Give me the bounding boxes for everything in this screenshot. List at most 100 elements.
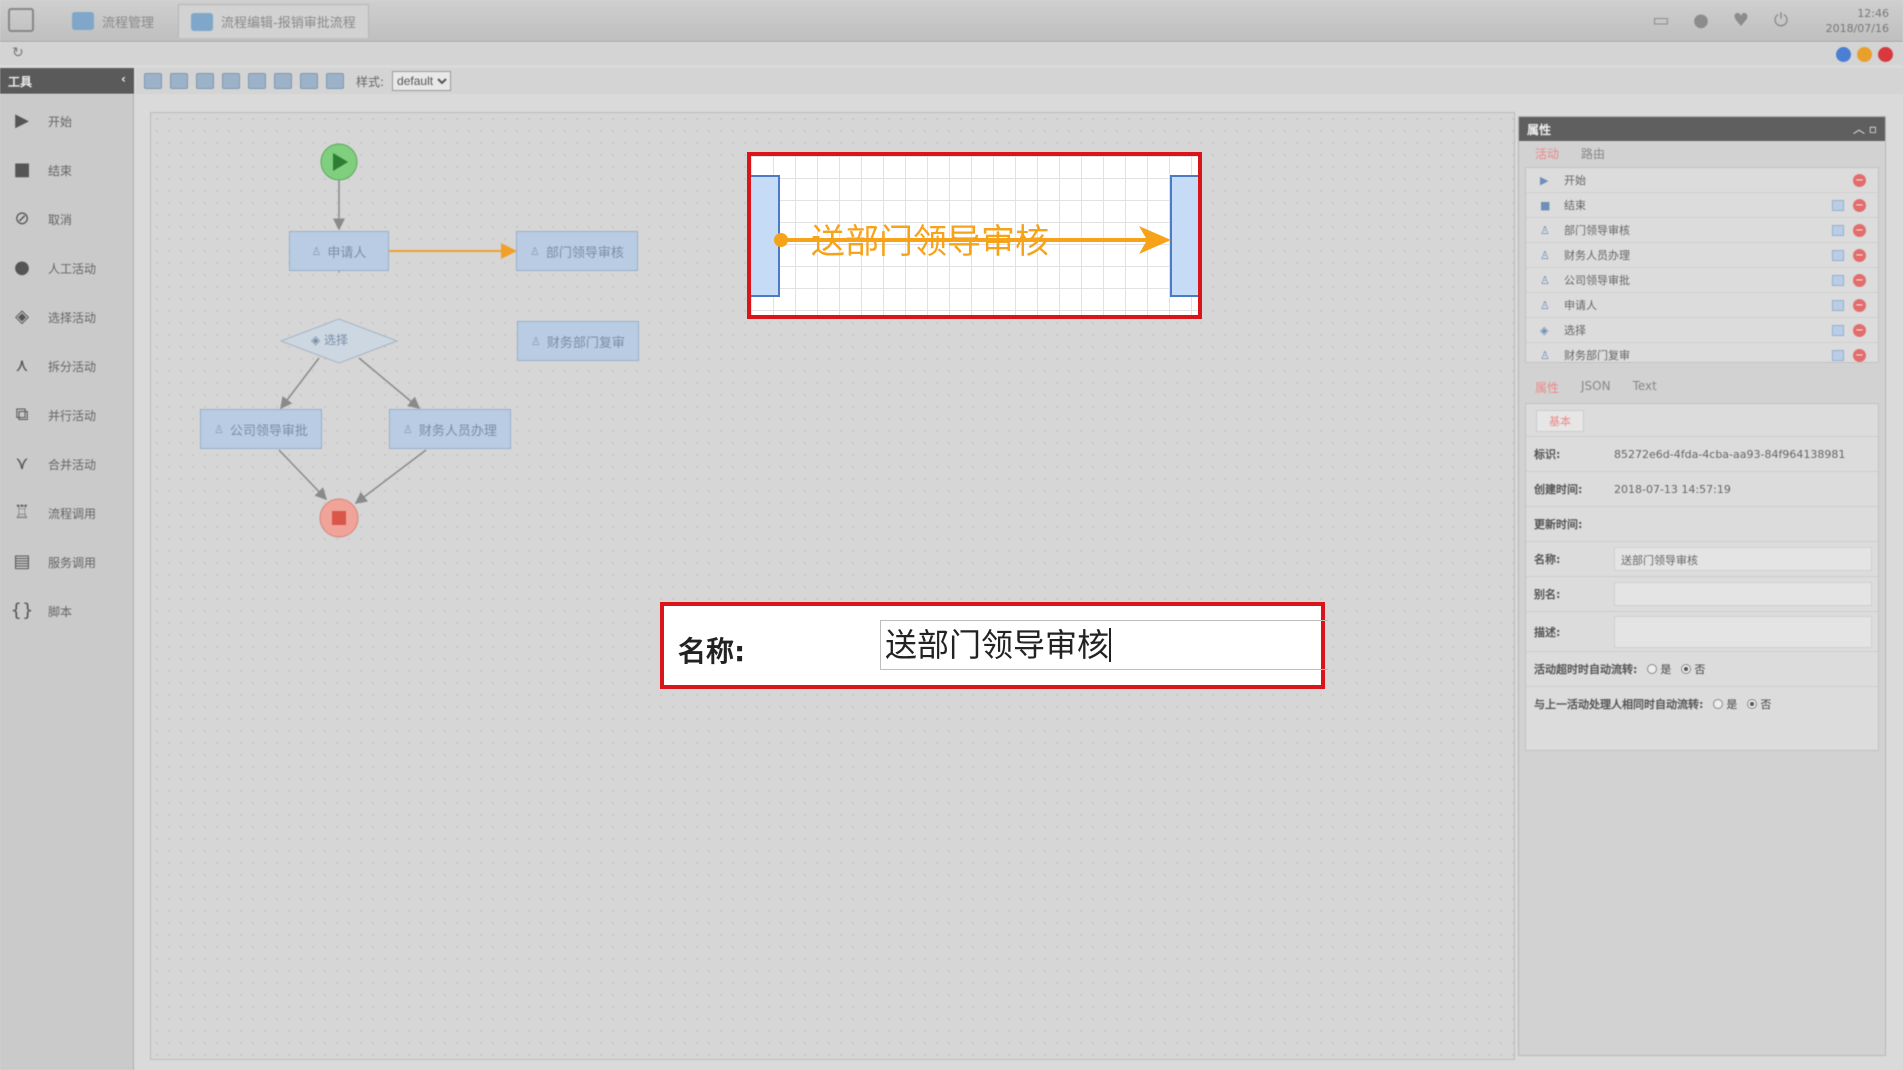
print-icon[interactable] — [222, 73, 240, 89]
tab-activities[interactable]: 活动 — [1535, 145, 1559, 161]
tool-cancel[interactable]: ⊘ 取消 — [10, 204, 72, 234]
tool-end[interactable]: ■ 结束 — [10, 155, 72, 185]
tool-service[interactable]: ▤ 服务调用 — [10, 547, 96, 577]
activity-label: 申请人 — [1564, 299, 1597, 312]
tab-text[interactable]: Text — [1633, 379, 1657, 393]
name-input[interactable]: 送部门领导审核 — [1614, 547, 1872, 571]
tab-routes[interactable]: 路由 — [1581, 145, 1605, 161]
node-finance-review[interactable]: ♙ 财务部门复审 — [517, 321, 639, 361]
copy-icon[interactable] — [1832, 300, 1844, 311]
zoom-source-node — [751, 175, 780, 297]
style-icon — [326, 73, 344, 89]
power-icon[interactable]: ⏻ — [1770, 11, 1792, 31]
panel-controls-icon[interactable]: ︿ ▫ — [1853, 120, 1877, 137]
route-choice-finance[interactable] — [358, 357, 421, 409]
tab-properties[interactable]: 属性 — [1535, 379, 1559, 395]
activity-item[interactable]: ▶ 开始 − — [1526, 168, 1878, 193]
activity-item[interactable]: ♙ 部门领导审核 − — [1526, 218, 1878, 243]
layout-icon[interactable] — [248, 73, 266, 89]
timeout-no-radio[interactable] — [1681, 664, 1692, 674]
copy-icon[interactable] — [1832, 250, 1844, 261]
route-finance-end[interactable] — [354, 449, 427, 504]
tool-label: 并行活动 — [48, 408, 97, 423]
message-icon[interactable]: ▭ — [1650, 11, 1672, 31]
zoom-name-input[interactable]: 送部门领导审核 — [880, 620, 1328, 670]
tool-script[interactable]: {} 脚本 — [10, 596, 72, 626]
copy-icon[interactable] — [1832, 200, 1844, 211]
route-choice-company[interactable] — [280, 357, 320, 410]
user-icon[interactable]: ● — [1690, 11, 1712, 31]
deploy-icon[interactable] — [300, 73, 318, 89]
same-no-radio[interactable] — [1747, 699, 1758, 709]
tool-choice[interactable]: ◈ 选择活动 — [10, 302, 96, 332]
copy-icon[interactable] — [1832, 275, 1844, 286]
activity-item[interactable]: ♙ 财务部门复审 − — [1526, 343, 1878, 368]
tab-process-edit[interactable]: 流程编辑-报销审批流程 — [178, 4, 369, 38]
tool-label: 脚本 — [48, 604, 73, 619]
window-dot-blue[interactable] — [1836, 47, 1851, 62]
remove-icon[interactable]: − — [1853, 224, 1866, 237]
person-icon: ♙ — [1540, 273, 1550, 287]
shirt-icon[interactable]: ♥ — [1730, 11, 1752, 31]
window-dot-orange[interactable] — [1857, 47, 1872, 62]
timeout-yes-radio[interactable] — [1647, 664, 1658, 674]
window-dot-red[interactable] — [1878, 47, 1893, 62]
same-yes-radio[interactable] — [1713, 699, 1724, 709]
tool-merge[interactable]: ⋎ 合并活动 — [10, 449, 96, 479]
refresh-icon[interactable]: ↻ — [12, 45, 24, 61]
activity-item[interactable]: ◈ 选择 − — [1526, 318, 1878, 343]
play-icon: ▶ — [15, 110, 29, 131]
process-icon — [191, 12, 213, 31]
remove-icon[interactable]: − — [1853, 174, 1866, 187]
activity-item[interactable]: ♙ 财务人员办理 − — [1526, 243, 1878, 268]
remove-icon[interactable]: − — [1853, 349, 1866, 362]
tab-label: 流程编辑-报销审批流程 — [221, 16, 356, 31]
activity-label: 结束 — [1564, 199, 1586, 212]
service-icon: ▤ — [13, 551, 31, 572]
form-tabs: 属性 JSON Text — [1519, 375, 1885, 397]
tool-start[interactable]: ▶ 开始 — [10, 106, 72, 136]
window-icon[interactable] — [196, 73, 214, 89]
tool-split[interactable]: ⋏ 拆分活动 — [10, 351, 96, 381]
node-applicant[interactable]: ♙ 申请人 — [289, 231, 389, 271]
tool-parallel[interactable]: ⧉ 并行活动 — [10, 400, 96, 430]
toolbox: ▶ 开始 ■ 结束 ⊘ 取消 ● 人工活动 ◈ 选择活动 ⋏ 拆分活动 ⧉ 并行活动 ⋎ 合并活… — [0, 94, 134, 1070]
remove-icon[interactable]: − — [1853, 274, 1866, 287]
copy-icon[interactable] — [1832, 350, 1844, 361]
tool-label: 服务调用 — [48, 555, 97, 570]
tab-json[interactable]: JSON — [1581, 379, 1611, 393]
save-icon[interactable] — [144, 73, 162, 89]
node-company-approve[interactable]: ♙ 公司领导审批 — [200, 409, 322, 449]
style-select[interactable]: default — [392, 71, 452, 91]
save-as-icon[interactable] — [170, 73, 188, 89]
tool-label: 拆分活动 — [48, 359, 97, 374]
home-icon[interactable] — [8, 8, 34, 32]
clock: 12:46 2018/07/16 — [1826, 6, 1889, 36]
activity-item[interactable]: ■ 结束 − — [1526, 193, 1878, 218]
remove-icon[interactable]: − — [1853, 199, 1866, 212]
tab-basic[interactable]: 基本 — [1536, 410, 1584, 432]
node-label: 部门领导审核 — [545, 245, 624, 261]
activity-item[interactable]: ♙ 公司领导审批 − — [1526, 268, 1878, 293]
activity-item[interactable]: ♙ 申请人 − — [1526, 293, 1878, 318]
desc-textarea[interactable] — [1614, 615, 1872, 648]
tool-label: 合并活动 — [48, 457, 97, 472]
created-label: 创建时间: — [1534, 483, 1583, 496]
node-dept-review[interactable]: ♙ 部门领导审核 — [516, 231, 638, 271]
collapse-icon[interactable]: ‹ — [121, 72, 126, 86]
flag-icon[interactable] — [274, 73, 292, 89]
tab-process-management[interactable]: 流程管理 — [60, 4, 166, 38]
node-finance-staff[interactable]: ♙ 财务人员办理 — [389, 409, 511, 449]
tool-label: 结束 — [48, 163, 73, 178]
remove-icon[interactable]: − — [1853, 249, 1866, 262]
remove-icon[interactable]: − — [1853, 299, 1866, 312]
tool-manual[interactable]: ● 人工活动 — [10, 253, 96, 283]
process-icon — [72, 12, 94, 30]
copy-icon[interactable] — [1832, 325, 1844, 336]
remove-icon[interactable]: − — [1853, 324, 1866, 337]
alias-input[interactable] — [1614, 582, 1872, 606]
editor-toolbar: 样式: default — [136, 68, 1903, 94]
route-company-end[interactable] — [278, 449, 328, 501]
tool-subprocess[interactable]: ♖ 流程调用 — [10, 498, 96, 528]
copy-icon[interactable] — [1832, 225, 1844, 236]
